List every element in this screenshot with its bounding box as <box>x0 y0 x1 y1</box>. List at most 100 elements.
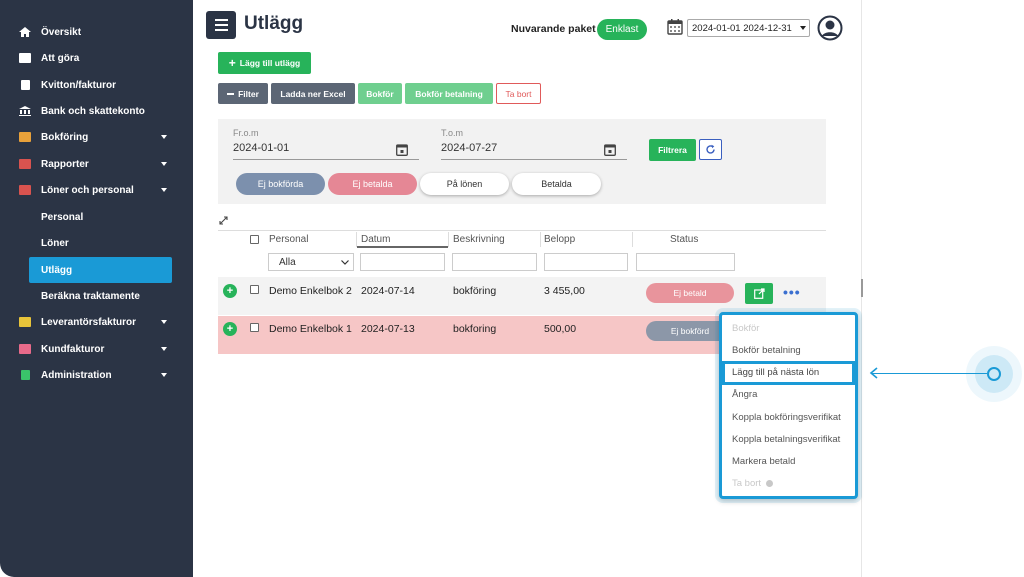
personal-filter-select[interactable]: Alla <box>268 253 354 271</box>
expand-row-icon[interactable]: + <box>223 322 237 336</box>
receipt-icon <box>21 80 30 90</box>
download-excel-button[interactable]: Ladda ner Excel <box>271 83 355 104</box>
bokfor-button[interactable]: Bokför <box>358 83 402 104</box>
row-checkbox[interactable] <box>250 323 259 332</box>
sidebar-item-leverantorsfakturor[interactable]: Leverantörsfakturor <box>0 309 193 335</box>
select-all-checkbox[interactable] <box>250 235 259 244</box>
to-date-label: T.o.m <box>441 128 464 138</box>
year-select[interactable]: 2024-01-01 2024-12-31 <box>687 19 810 37</box>
report-icon <box>19 159 31 169</box>
cell-belopp: 3 455,00 <box>544 285 585 297</box>
cell-datum: 2024-07-13 <box>361 323 415 335</box>
row-checkbox[interactable] <box>250 285 259 294</box>
filter-pill-ej-bokforda[interactable]: Ej bokförda <box>236 173 325 195</box>
column-header-belopp[interactable]: Belopp <box>544 234 575 245</box>
menu-item-ta-bort-label: Ta bort <box>732 478 762 489</box>
chevron-down-icon <box>800 26 806 30</box>
sidebar-item-att-gora[interactable]: Att göra <box>0 45 193 71</box>
column-separator <box>632 232 633 247</box>
book-icon <box>19 132 31 142</box>
sidebar: Översikt Att göra Kvitton/fakturor Bank … <box>0 0 193 577</box>
pointer-line <box>871 373 987 374</box>
belopp-filter-input[interactable] <box>544 253 628 271</box>
user-avatar-icon[interactable] <box>817 15 843 41</box>
chevron-down-icon <box>161 373 167 377</box>
sidebar-item-label: Rapporter <box>41 158 89 170</box>
sidebar-subitem-utlagg[interactable]: Utlägg <box>29 257 172 283</box>
sidebar-item-kvitton[interactable]: Kvitton/fakturor <box>0 72 193 98</box>
from-date-field[interactable]: 2024-01-01 <box>233 142 419 160</box>
column-separator <box>448 232 449 247</box>
expand-icon[interactable] <box>219 216 228 225</box>
menu-item-koppla-bokforingsverifikat[interactable]: Koppla bokföringsverifikat <box>732 412 841 423</box>
cell-beskrivning: bokforing <box>453 323 497 335</box>
sidebar-subitem-loner[interactable]: Löner <box>29 230 172 256</box>
sidebar-item-label: Löner och personal <box>41 184 134 196</box>
delete-button[interactable]: Ta bort <box>496 83 541 104</box>
sidebar-subitem-traktamente[interactable]: Beräkna traktamente <box>29 283 172 309</box>
hamburger-menu-button[interactable] <box>206 11 236 39</box>
column-header-status[interactable]: Status <box>670 234 698 245</box>
filter-toggle-button[interactable]: Filter <box>218 83 268 104</box>
calendar-icon <box>667 19 683 35</box>
column-header-beskrivning[interactable]: Beskrivning <box>453 234 505 245</box>
menu-item-bokfor-betalning[interactable]: Bokför betalning <box>732 345 801 356</box>
plus-icon: + <box>228 56 236 70</box>
calendar-icon[interactable] <box>604 143 616 156</box>
sidebar-subitem-label: Personal <box>41 211 84 223</box>
package-label: Nuvarande paket <box>511 23 596 35</box>
sidebar-item-bank[interactable]: Bank och skattekonto <box>0 98 193 124</box>
sidebar-item-label: Administration <box>41 369 112 381</box>
package-badge[interactable]: Enklast <box>597 19 647 40</box>
column-header-datum[interactable]: Datum <box>361 234 390 245</box>
sidebar-subitem-label: Löner <box>41 237 69 249</box>
filter-pill-ej-betalda[interactable]: Ej betalda <box>328 173 417 195</box>
edit-icon <box>753 288 765 299</box>
more-actions-icon[interactable]: ••• <box>783 285 801 299</box>
filtrera-button[interactable]: Filtrera <box>649 139 696 161</box>
menu-item-koppla-betalningsverifikat[interactable]: Koppla betalningsverifikat <box>732 434 840 445</box>
menu-item-lagg-till-pa-nasta-lon[interactable]: Lägg till på nästa lön <box>732 367 819 378</box>
sidebar-item-label: Kundfakturor <box>41 343 105 355</box>
personal-filter-value: Alla <box>279 256 296 268</box>
sidebar-item-bokforing[interactable]: Bokföring <box>0 124 193 150</box>
filter-pill-pa-lonen[interactable]: På lönen <box>420 173 509 195</box>
edit-button[interactable] <box>745 283 773 304</box>
chevron-down-icon <box>161 320 167 324</box>
year-select-value: 2024-01-01 2024-12-31 <box>692 22 792 34</box>
chevron-down-icon <box>341 260 349 265</box>
expand-row-icon[interactable]: + <box>223 284 237 298</box>
sidebar-item-label: Bokföring <box>41 131 89 143</box>
sidebar-subitem-personal[interactable]: Personal <box>29 204 172 230</box>
status-filter-input[interactable] <box>636 253 735 271</box>
from-date-label: Fr.o.m <box>233 128 259 138</box>
calendar-icon[interactable] <box>396 143 408 156</box>
chevron-down-icon <box>161 135 167 139</box>
datum-filter-input[interactable] <box>360 253 445 271</box>
add-expense-button[interactable]: + Lägg till utlägg <box>218 52 311 74</box>
sidebar-item-label: Översikt <box>41 26 82 38</box>
from-date-value: 2024-01-01 <box>233 142 290 154</box>
beskrivning-filter-input[interactable] <box>452 253 537 271</box>
sidebar-item-loner[interactable]: Löner och personal <box>0 177 193 203</box>
sidebar-item-label: Att göra <box>41 52 80 64</box>
filter-pill-betalda[interactable]: Betalda <box>512 173 601 195</box>
menu-item-angra[interactable]: Ångra <box>732 389 757 400</box>
menu-item-ta-bort[interactable]: Ta bort <box>732 478 774 489</box>
menu-item-bokfor[interactable]: Bokför <box>732 323 759 334</box>
scrollbar[interactable] <box>861 279 863 297</box>
list-icon <box>19 53 31 63</box>
sidebar-item-label: Leverantörsfakturor <box>41 316 137 328</box>
sidebar-item-label: Kvitton/fakturor <box>41 79 116 91</box>
cell-belopp: 500,00 <box>544 323 577 335</box>
sidebar-item-rapporter[interactable]: Rapporter <box>0 151 193 177</box>
sidebar-item-administration[interactable]: Administration <box>0 362 193 388</box>
menu-item-markera-betald[interactable]: Markera betald <box>732 456 795 467</box>
column-header-personal[interactable]: Personal <box>269 234 308 245</box>
refresh-button[interactable] <box>699 139 722 160</box>
sidebar-item-oversikt[interactable]: Översikt <box>0 19 193 45</box>
sidebar-item-kundfakturor[interactable]: Kundfakturor <box>0 336 193 362</box>
to-date-field[interactable]: 2024-07-27 <box>441 142 627 160</box>
add-expense-label: Lägg till utlägg <box>239 58 301 68</box>
bokfor-betalning-button[interactable]: Bokför betalning <box>405 83 493 104</box>
